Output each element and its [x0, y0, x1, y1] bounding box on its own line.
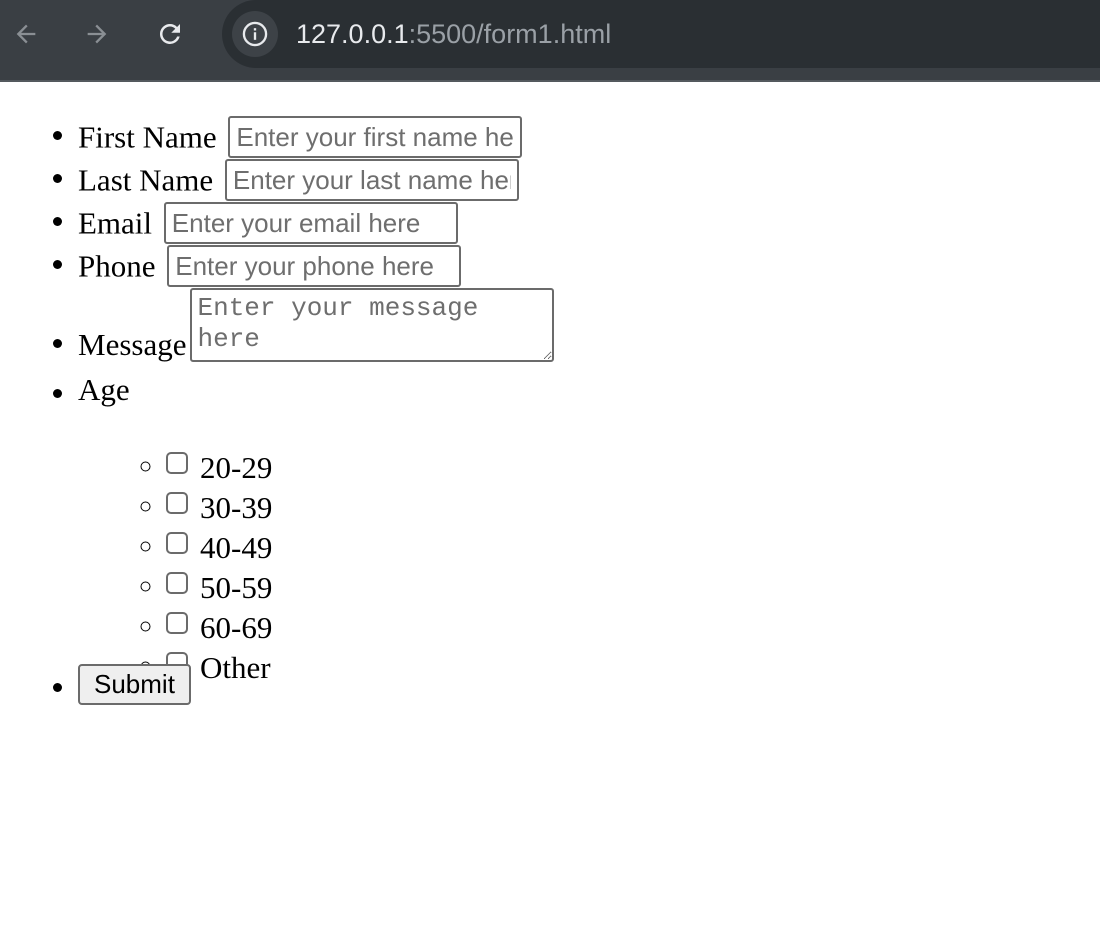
arrow-left-icon — [16, 24, 36, 44]
age-checkbox-50-59[interactable] — [166, 571, 188, 594]
email-row: Email — [78, 202, 978, 245]
phone-label: Phone — [78, 248, 156, 284]
reload-icon — [159, 23, 180, 44]
submit-button[interactable]: Submit — [78, 664, 191, 706]
first-name-label: First Name — [78, 119, 217, 155]
age-checkbox-20-29[interactable] — [166, 451, 188, 474]
url-path: :5500/form1.html — [408, 19, 612, 49]
first-name-input[interactable] — [228, 116, 523, 158]
info-icon — [242, 21, 268, 47]
last-name-label: Last Name — [78, 162, 214, 198]
age-option-label: 50-59 — [200, 569, 273, 605]
site-info-button[interactable] — [232, 11, 278, 57]
url-text[interactable]: 127.0.0.1:5500/form1.html — [296, 17, 611, 51]
age-row: Age 20-29 30-39 40-49 50-59 60-69 — [78, 372, 978, 685]
back-button[interactable] — [6, 14, 46, 54]
forward-button[interactable] — [77, 14, 117, 54]
arrow-right-icon — [87, 24, 107, 44]
phone-row: Phone — [78, 245, 978, 288]
age-checkbox-30-39[interactable] — [166, 491, 188, 514]
message-label: Message — [78, 327, 187, 362]
age-option-label: 60-69 — [200, 609, 273, 645]
age-checkbox-40-49[interactable] — [166, 531, 188, 554]
first-name-row: First Name — [78, 116, 978, 159]
age-checkbox-60-69[interactable] — [166, 611, 188, 634]
age-option: 40-49 — [166, 525, 978, 565]
last-name-row: Last Name — [78, 159, 978, 202]
form-list: First Name Last Name Email Phone Message… — [38, 116, 978, 709]
age-option: 20-29 — [166, 445, 978, 485]
age-option-label: Other — [200, 649, 271, 685]
age-options-list: 20-29 30-39 40-49 50-59 60-69 Other — [78, 445, 978, 685]
url-host: 127.0.0.1 — [296, 19, 409, 49]
reload-button[interactable] — [150, 14, 190, 54]
browser-toolbar: 127.0.0.1:5500/form1.html — [0, 0, 1100, 82]
message-row: Message — [78, 288, 978, 374]
age-option-label: 40-49 — [200, 529, 273, 565]
age-option-label: 20-29 — [200, 449, 273, 485]
email-label: Email — [78, 205, 153, 241]
message-textarea[interactable] — [190, 288, 555, 362]
address-bar[interactable]: 127.0.0.1:5500/form1.html — [222, 0, 1100, 68]
age-option-label: 30-39 — [200, 489, 273, 525]
email-input[interactable] — [163, 202, 458, 244]
age-option: 50-59 — [166, 565, 978, 605]
age-option: 30-39 — [166, 485, 978, 525]
age-option: 60-69 — [166, 605, 978, 645]
last-name-input[interactable] — [224, 159, 519, 201]
phone-input[interactable] — [167, 245, 462, 287]
age-label: Age — [78, 372, 130, 407]
page-content: First Name Last Name Email Phone Message… — [0, 82, 1100, 932]
